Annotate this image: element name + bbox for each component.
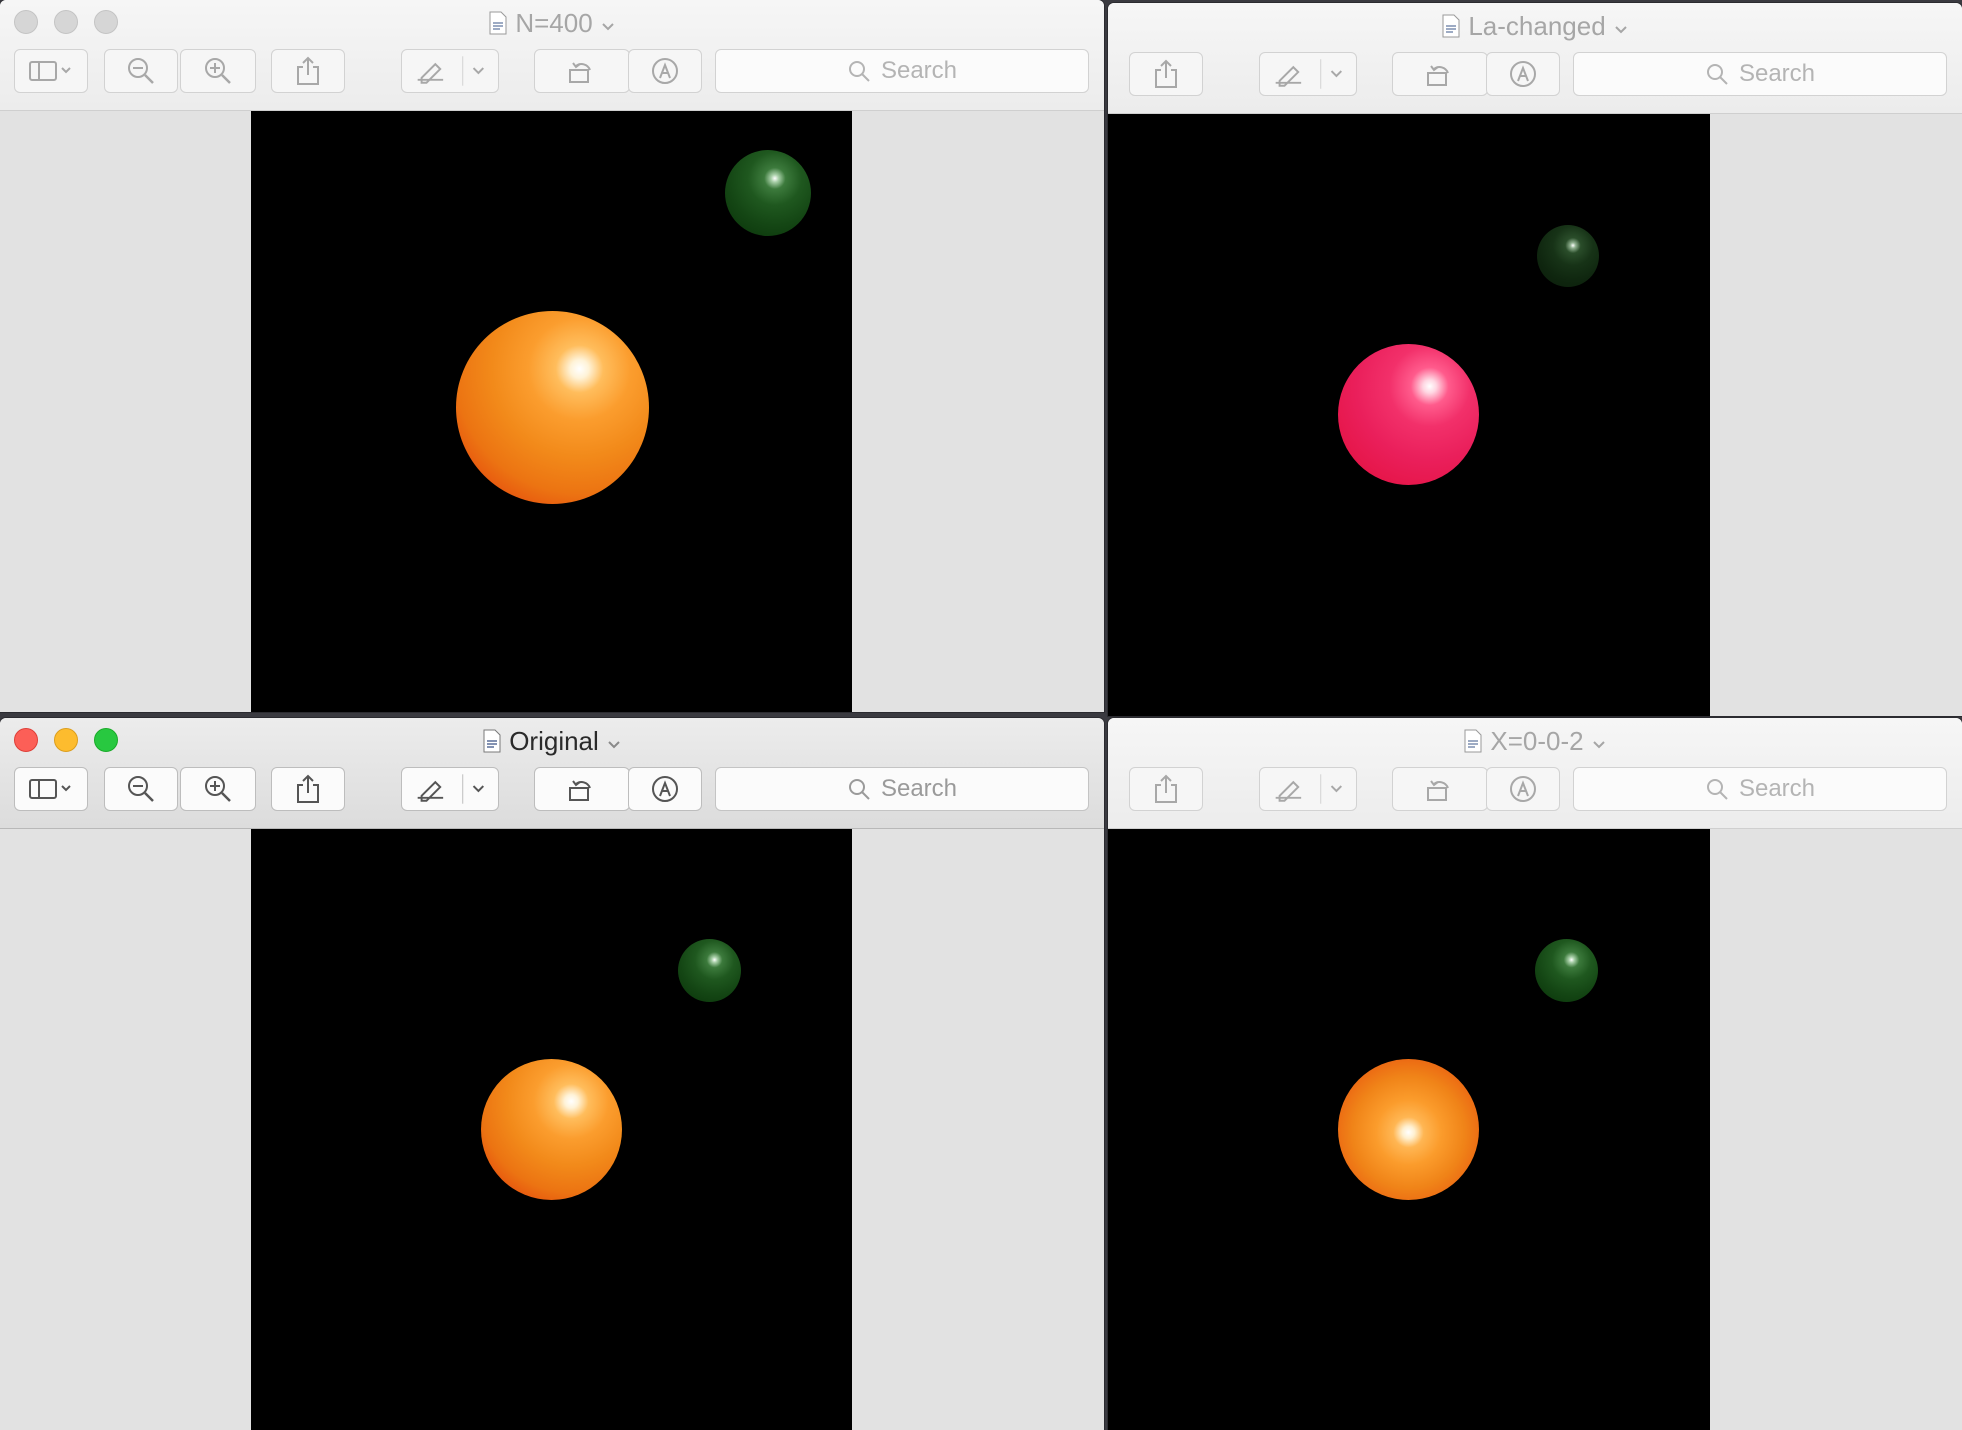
zoom-out-icon xyxy=(128,776,154,802)
rotate-icon xyxy=(1427,780,1449,801)
green-sphere xyxy=(1535,939,1598,1002)
render-image xyxy=(251,829,852,1430)
green-sphere xyxy=(678,939,741,1002)
annotate-button[interactable] xyxy=(628,767,702,811)
chevron-down-icon xyxy=(1614,11,1628,42)
share-icon xyxy=(1155,59,1177,88)
window-title[interactable]: Original xyxy=(0,724,1104,758)
document-icon xyxy=(1442,14,1460,38)
window-n400: N=400 Search xyxy=(0,0,1104,712)
search-placeholder: Search xyxy=(1738,775,1816,802)
zoom-in-icon xyxy=(205,776,231,802)
search-field[interactable]: Search xyxy=(715,767,1089,811)
share-button[interactable] xyxy=(271,767,345,811)
markup-button[interactable] xyxy=(1259,767,1357,811)
document-icon xyxy=(1464,729,1482,753)
window-title-text: Original xyxy=(509,725,599,756)
window-original: Original Search xyxy=(0,718,1104,1430)
annotate-icon xyxy=(1510,776,1536,802)
annotate-icon xyxy=(652,776,678,802)
annotate-icon xyxy=(652,58,678,84)
rotate-icon xyxy=(569,62,591,83)
share-button[interactable] xyxy=(1129,52,1203,96)
zoom-in-icon xyxy=(205,58,231,84)
annotate-button[interactable] xyxy=(628,49,702,93)
chevron-down-icon xyxy=(1592,726,1606,757)
render-image xyxy=(1108,829,1710,1430)
titlebar: N=400 Search xyxy=(0,0,1104,111)
search-field[interactable]: Search xyxy=(1573,52,1947,96)
titlebar: Original Search xyxy=(0,718,1104,829)
window-x002: X=0-0-2 Search xyxy=(1108,718,1962,1430)
markup-button[interactable] xyxy=(401,49,499,93)
window-title-text: La-changed xyxy=(1468,10,1606,41)
rotate-button[interactable] xyxy=(1392,767,1488,811)
search-placeholder: Search xyxy=(880,775,958,802)
rotate-button[interactable] xyxy=(534,49,630,93)
annotate-button[interactable] xyxy=(1486,767,1560,811)
titlebar: X=0-0-2 Search xyxy=(1108,718,1962,829)
sidebar-icon xyxy=(29,61,71,81)
zoom-out-button[interactable] xyxy=(104,767,178,811)
sidebar-button[interactable] xyxy=(14,767,88,811)
zoom-in-button[interactable] xyxy=(180,49,256,93)
share-icon xyxy=(297,774,319,803)
annotate-button[interactable] xyxy=(1486,52,1560,96)
chevron-down-icon xyxy=(607,726,621,757)
green-sphere xyxy=(725,150,811,236)
rotate-icon xyxy=(569,780,591,801)
markup-button[interactable] xyxy=(401,767,499,811)
rotate-button[interactable] xyxy=(1392,52,1488,96)
pink-sphere xyxy=(1338,344,1479,485)
markup-pen-icon xyxy=(1275,59,1342,89)
render-image xyxy=(1108,114,1710,716)
document-view[interactable] xyxy=(0,111,1104,712)
orange-sphere xyxy=(456,311,649,504)
window-title[interactable]: N=400 xyxy=(0,6,1104,40)
window-title-text: N=400 xyxy=(515,7,593,38)
render-image xyxy=(251,111,852,712)
orange-sphere xyxy=(481,1059,622,1200)
markup-button[interactable] xyxy=(1259,52,1357,96)
document-view[interactable] xyxy=(0,829,1104,1430)
annotate-icon xyxy=(1510,61,1536,87)
share-button[interactable] xyxy=(1129,767,1203,811)
search-field[interactable]: Search xyxy=(715,49,1089,93)
zoom-out-icon xyxy=(128,58,154,84)
sidebar-icon xyxy=(29,779,71,799)
zoom-in-button[interactable] xyxy=(180,767,256,811)
search-icon xyxy=(1706,779,1728,800)
markup-pen-icon xyxy=(417,774,484,804)
orange-sphere xyxy=(1338,1059,1479,1200)
chevron-down-icon xyxy=(601,8,615,39)
document-icon xyxy=(483,729,501,753)
window-title[interactable]: X=0-0-2 xyxy=(1108,724,1962,758)
search-placeholder: Search xyxy=(880,57,958,84)
document-view[interactable] xyxy=(1108,114,1962,716)
green-sphere xyxy=(1537,225,1599,287)
share-button[interactable] xyxy=(271,49,345,93)
search-field[interactable]: Search xyxy=(1573,767,1947,811)
sidebar-button[interactable] xyxy=(14,49,88,93)
window-la-changed: La-changed Search xyxy=(1108,3,1962,716)
rotate-button[interactable] xyxy=(534,767,630,811)
document-icon xyxy=(489,11,507,35)
markup-pen-icon xyxy=(417,56,484,86)
search-icon xyxy=(1706,64,1728,85)
markup-pen-icon xyxy=(1275,774,1342,804)
share-icon xyxy=(1155,774,1177,803)
rotate-icon xyxy=(1427,65,1449,86)
zoom-out-button[interactable] xyxy=(104,49,178,93)
document-view[interactable] xyxy=(1108,829,1962,1430)
window-title[interactable]: La-changed xyxy=(1108,9,1962,43)
search-icon xyxy=(848,779,870,800)
search-icon xyxy=(848,61,870,82)
search-placeholder: Search xyxy=(1738,60,1816,87)
share-icon xyxy=(297,56,319,85)
window-title-text: X=0-0-2 xyxy=(1490,725,1584,756)
titlebar: La-changed Search xyxy=(1108,3,1962,114)
